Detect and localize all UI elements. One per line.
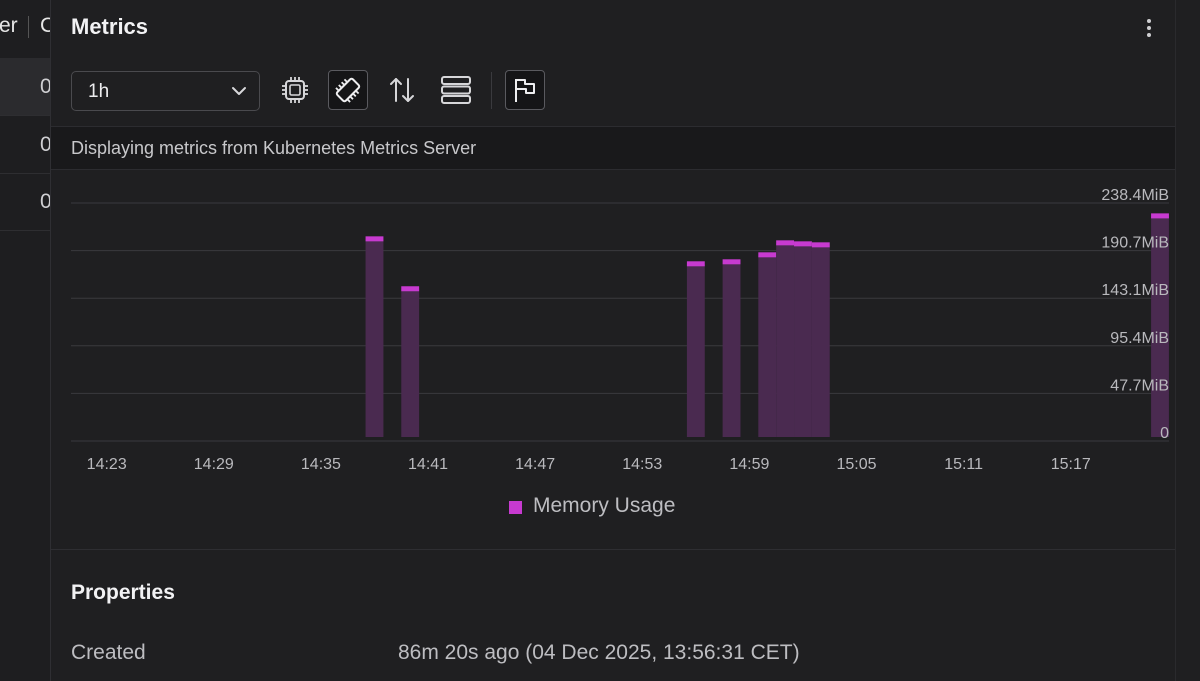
x-tick-label: 14:47: [515, 456, 555, 473]
metrics-source-text: Displaying metrics from Kubernetes Metri…: [71, 138, 477, 158]
memory-bar-cap: [365, 236, 384, 242]
y-tick-label: 143.1MiB: [1101, 282, 1169, 299]
scrollbar-track[interactable]: [1175, 0, 1200, 681]
section-divider: [51, 549, 1175, 550]
kebab-menu-icon[interactable]: [1137, 16, 1161, 40]
memory-bar: [401, 289, 420, 437]
y-tick-label: 0: [1160, 425, 1169, 442]
flag-icon: [515, 79, 535, 102]
memory-bar: [722, 262, 741, 437]
memory-bar-cap: [1151, 213, 1169, 219]
created-value: 86m 20s ago (04 Dec 2025, 13:56:31 CET): [398, 641, 800, 664]
memory-usage-chart: 0 47.7MiB 95.4MiB 143.1MiB 190.7MiB 238.4MiB 1…: [51, 170, 1175, 550]
memory-metrics-button[interactable]: [328, 70, 368, 110]
x-tick-label: 15:05: [836, 456, 876, 473]
background-table-header: er C: [0, 0, 52, 58]
x-tick-label: 14:59: [729, 456, 769, 473]
network-metrics-button[interactable]: [382, 70, 422, 110]
legend-swatch: [509, 501, 522, 514]
background-table: er C 0 0 0: [0, 0, 52, 681]
filesystem-icon: [441, 76, 471, 104]
x-tick-label: 15:11: [944, 456, 983, 473]
cpu-icon: [282, 77, 308, 103]
memory-bar-cap: [794, 241, 812, 247]
memory-bar-cap: [722, 259, 741, 265]
metrics-title: Metrics: [71, 14, 149, 39]
x-tick-label: 14:29: [194, 456, 234, 473]
y-tick-label: 47.7MiB: [1110, 377, 1169, 394]
x-tick-label: 14:35: [301, 456, 341, 473]
chevron-down-icon: [232, 87, 246, 95]
y-tick-label: 95.4MiB: [1110, 330, 1169, 347]
memory-bar-cap: [811, 242, 830, 248]
column-separator: [28, 16, 29, 38]
memory-bar-cap: [401, 286, 420, 292]
x-tick-label: 14:23: [87, 456, 127, 473]
network-arrows-icon: [390, 78, 414, 102]
table-row[interactable]: 0: [0, 173, 52, 231]
y-tick-label: 238.4MiB: [1101, 187, 1169, 204]
time-range-select[interactable]: 1h: [71, 71, 260, 111]
background-header-label: er: [0, 14, 18, 37]
memory-icon: [335, 77, 361, 103]
memory-bar: [794, 244, 812, 437]
details-drawer: Metrics 1h Displaying metrics from Kuber…: [50, 0, 1200, 681]
legend-label: Memory Usage: [533, 494, 676, 517]
y-tick-label: 190.7MiB: [1101, 235, 1169, 252]
created-label: Created: [71, 641, 146, 664]
table-row[interactable]: 0: [0, 116, 52, 174]
memory-usage-chart-svg: 0 47.7MiB 95.4MiB 143.1MiB 190.7MiB 238.4MiB 1…: [71, 187, 1169, 473]
properties-heading: Properties: [71, 581, 175, 604]
events-flag-button[interactable]: [505, 70, 545, 110]
memory-bar: [811, 245, 830, 437]
cpu-metrics-button[interactable]: [275, 70, 315, 110]
x-tick-label: 15:17: [1051, 456, 1091, 473]
filesystem-metrics-button[interactable]: [436, 70, 476, 110]
toolbar-separator: [491, 72, 492, 109]
memory-bar: [365, 239, 384, 437]
table-row[interactable]: 0: [0, 58, 52, 116]
x-tick-label: 14:41: [408, 456, 448, 473]
memory-bar: [776, 243, 795, 437]
metrics-source-banner: Displaying metrics from Kubernetes Metri…: [51, 126, 1175, 170]
memory-bar-cap: [686, 261, 705, 267]
memory-bar-cap: [776, 240, 795, 246]
time-range-value: 1h: [88, 81, 110, 102]
memory-bar-cap: [758, 252, 777, 258]
memory-bar: [758, 255, 777, 437]
x-tick-label: 14:53: [622, 456, 662, 473]
memory-bar: [686, 264, 705, 437]
